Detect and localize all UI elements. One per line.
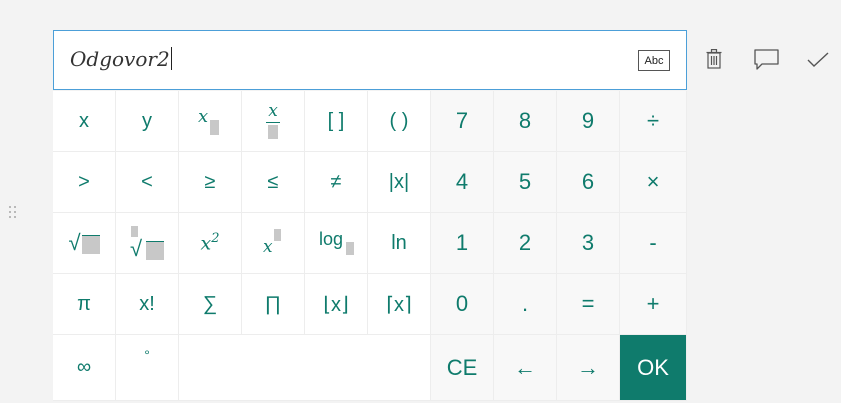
- key-factorial[interactable]: x!: [116, 274, 179, 335]
- key-log[interactable]: log: [305, 213, 368, 274]
- fraction-bar: [266, 122, 280, 123]
- key-parentheses[interactable]: ( ): [368, 91, 431, 152]
- key-absolute[interactable]: |x|: [368, 152, 431, 213]
- key-not-equal[interactable]: ≠: [305, 152, 368, 213]
- key-square-brackets[interactable]: [ ]: [305, 91, 368, 152]
- key-4[interactable]: 4: [431, 152, 494, 213]
- key-clear-entry[interactable]: CE: [431, 335, 494, 401]
- key-0[interactable]: 0: [431, 274, 494, 335]
- text-mode-button[interactable]: Abc: [638, 50, 670, 71]
- key-greater-equal[interactable]: ≥: [179, 152, 242, 213]
- power-base: x: [263, 237, 273, 257]
- placeholder-box: [268, 125, 278, 139]
- power-exponent: 2: [211, 231, 220, 247]
- key-subscript[interactable]: x: [179, 91, 242, 152]
- key-nth-root[interactable]: √: [116, 213, 179, 274]
- key-arrow-right[interactable]: →: [557, 335, 620, 401]
- key-square-root[interactable]: √: [53, 213, 116, 274]
- math-keypad: x y x x [ ] ( ) 7 8 9 ÷ > < ≥ ≤ ≠ |x| 4 …: [53, 91, 687, 401]
- key-infinity[interactable]: ∞: [53, 335, 116, 401]
- key-product[interactable]: ∏: [242, 274, 305, 335]
- key-ln[interactable]: ln: [368, 213, 431, 274]
- placeholder-box: [146, 241, 164, 260]
- placeholder-box: [274, 229, 281, 241]
- key-sum[interactable]: ∑: [179, 274, 242, 335]
- key-equals[interactable]: =: [557, 274, 620, 335]
- key-arrow-left[interactable]: ←: [494, 335, 557, 401]
- fraction-numerator: x: [268, 101, 278, 121]
- drag-handle-icon[interactable]: [9, 206, 19, 226]
- key-pi[interactable]: π: [53, 274, 116, 335]
- key-2[interactable]: 2: [494, 213, 557, 274]
- key-less-than[interactable]: <: [116, 152, 179, 213]
- key-divide[interactable]: ÷: [620, 91, 687, 152]
- answer-input[interactable]: Odgovor2 Abc: [53, 30, 687, 90]
- subscript-base: x: [198, 106, 209, 127]
- radical-sign: √: [130, 236, 143, 261]
- key-6[interactable]: 6: [557, 152, 620, 213]
- key-1[interactable]: 1: [431, 213, 494, 274]
- ok-button[interactable]: OK: [620, 335, 687, 401]
- placeholder-box: [346, 242, 354, 255]
- keypad-blank-area: [179, 335, 431, 401]
- key-5[interactable]: 5: [494, 152, 557, 213]
- key-9[interactable]: 9: [557, 91, 620, 152]
- key-x[interactable]: x: [53, 91, 116, 152]
- trash-icon[interactable]: [706, 49, 722, 69]
- key-greater-than[interactable]: >: [53, 152, 116, 213]
- key-plus[interactable]: +: [620, 274, 687, 335]
- key-3[interactable]: 3: [557, 213, 620, 274]
- key-x-squared[interactable]: x2: [179, 213, 242, 274]
- key-floor[interactable]: ⌊x⌋: [305, 274, 368, 335]
- text-caret: [170, 47, 172, 70]
- key-fraction[interactable]: x: [242, 91, 305, 152]
- check-icon[interactable]: [807, 52, 829, 68]
- power-base: x: [200, 232, 212, 255]
- key-8[interactable]: 8: [494, 91, 557, 152]
- key-multiply[interactable]: ×: [620, 152, 687, 213]
- key-minus[interactable]: -: [620, 213, 687, 274]
- key-decimal[interactable]: .: [494, 274, 557, 335]
- log-label: log: [319, 229, 344, 249]
- key-x-power[interactable]: x: [242, 213, 305, 274]
- radical-sign: √: [68, 230, 81, 255]
- key-degree[interactable]: °: [116, 335, 179, 401]
- placeholder-box: [81, 235, 100, 254]
- key-7[interactable]: 7: [431, 91, 494, 152]
- placeholder-box: [210, 120, 219, 135]
- key-less-equal[interactable]: ≤: [242, 152, 305, 213]
- key-ceiling[interactable]: ⌈x⌉: [368, 274, 431, 335]
- answer-value: Odgovor2: [70, 47, 170, 71]
- key-y[interactable]: y: [116, 91, 179, 152]
- comment-icon[interactable]: [754, 49, 780, 71]
